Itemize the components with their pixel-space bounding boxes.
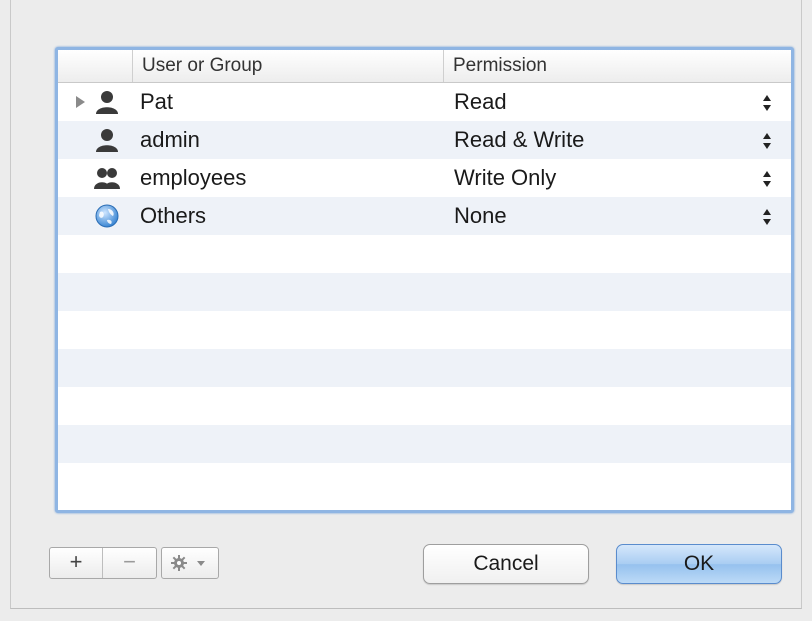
permissions-sheet: User or Group Permission Pat Read admin … bbox=[10, 0, 802, 609]
ok-button[interactable]: OK bbox=[616, 544, 782, 584]
cancel-button[interactable]: Cancel bbox=[423, 544, 589, 584]
permissions-table[interactable]: User or Group Permission Pat Read admin … bbox=[55, 47, 794, 513]
table-row-pat[interactable]: Pat Read bbox=[58, 83, 791, 121]
chevron-down-icon bbox=[197, 561, 205, 566]
permission-popup[interactable]: Read bbox=[454, 83, 507, 121]
disclosure-triangle-icon[interactable] bbox=[76, 96, 85, 108]
row-name: employees bbox=[140, 165, 247, 190]
permission-popup[interactable]: None bbox=[454, 197, 507, 235]
row-name: Pat bbox=[140, 89, 174, 114]
popup-arrows-icon[interactable] bbox=[761, 131, 773, 151]
empty-row bbox=[58, 273, 791, 311]
row-name: Others bbox=[140, 203, 207, 228]
empty-row bbox=[58, 235, 791, 273]
table-row-employees[interactable]: employees Write Only bbox=[58, 159, 791, 197]
permission-popup[interactable]: Read & Write bbox=[454, 121, 584, 159]
add-button[interactable]: + bbox=[50, 548, 103, 578]
gear-icon bbox=[171, 555, 187, 571]
empty-row bbox=[58, 425, 791, 463]
row-name: admin bbox=[140, 127, 200, 152]
person-icon bbox=[96, 129, 118, 152]
popup-arrows-icon[interactable] bbox=[761, 207, 773, 227]
table-rows: Pat Read admin Read & Write employees Wr… bbox=[58, 83, 791, 510]
column-header-permission[interactable]: Permission bbox=[443, 50, 547, 82]
popup-arrows-icon[interactable] bbox=[761, 93, 773, 113]
column-header-user-or-group[interactable]: User or Group bbox=[132, 50, 262, 82]
add-remove-control: + − bbox=[49, 547, 157, 579]
group-icon bbox=[94, 168, 120, 189]
globe-icon bbox=[95, 204, 119, 228]
permission-popup[interactable]: Write Only bbox=[454, 159, 556, 197]
remove-button[interactable]: − bbox=[103, 548, 156, 578]
popup-arrows-icon[interactable] bbox=[761, 169, 773, 189]
table-row-others[interactable]: Others None bbox=[58, 197, 791, 235]
table-header: User or Group Permission bbox=[58, 50, 791, 83]
empty-row bbox=[58, 349, 791, 387]
empty-row bbox=[58, 311, 791, 349]
empty-row bbox=[58, 463, 791, 501]
action-menu-button[interactable] bbox=[161, 547, 219, 579]
empty-row bbox=[58, 387, 791, 425]
table-row-admin[interactable]: admin Read & Write bbox=[58, 121, 791, 159]
person-icon bbox=[96, 91, 118, 114]
